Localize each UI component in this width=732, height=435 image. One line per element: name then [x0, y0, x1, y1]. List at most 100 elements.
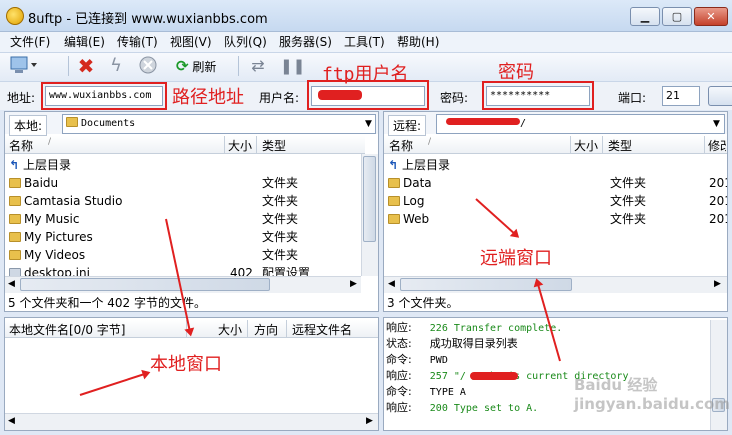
remote-col-modified[interactable]: 修改	[708, 137, 726, 154]
queue-col-local-name[interactable]: 本地文件名[0/0 字节]	[9, 321, 126, 338]
menu-view[interactable]: 视图(V)	[170, 32, 212, 52]
annotation-local-window: 本地窗口	[150, 354, 222, 375]
local-path-select[interactable]: Documents	[62, 114, 376, 134]
user-label: 用户名:	[259, 91, 300, 105]
remote-column-header	[384, 136, 727, 154]
scroll-right-icon[interactable]: ▶	[714, 277, 721, 292]
row-modified: 201	[709, 176, 727, 190]
log-line: 响应: 226 Transfer complete.	[386, 321, 563, 334]
folder-icon	[388, 214, 400, 224]
pause-icon[interactable]: ❚❚	[280, 55, 305, 77]
toolbar-separator	[238, 56, 239, 76]
scroll-left-icon[interactable]: ◀	[388, 277, 395, 292]
table-row[interactable]: My Videos	[9, 246, 85, 264]
row-type: 文件夹	[262, 248, 299, 262]
folder-icon	[9, 196, 21, 206]
queue-col-direction[interactable]: 方向	[254, 321, 278, 338]
log-line: 命令: PWD	[386, 353, 448, 366]
maximize-button[interactable]: ▢	[662, 7, 692, 26]
row-type: 文件夹	[610, 194, 647, 208]
menu-transfer[interactable]: 传输(T)	[117, 32, 158, 52]
local-status: 5 个文件夹和一个 402 字节的文件。	[8, 296, 206, 310]
annotation-box-address	[41, 82, 167, 110]
table-row[interactable]: Web	[388, 210, 429, 228]
local-path-label: 本地:	[9, 115, 48, 136]
annotation-password: 密码	[498, 62, 534, 83]
folder-icon	[9, 232, 21, 242]
scroll-right-icon[interactable]: ▶	[366, 414, 373, 429]
table-row[interactable]: Camtasia Studio	[9, 192, 122, 210]
local-col-type[interactable]: 类型	[262, 137, 286, 154]
sort-icon: /	[428, 137, 432, 147]
disconnect-icon[interactable]: ✖	[74, 55, 98, 77]
local-col-size[interactable]: 大小	[228, 137, 252, 154]
port-input[interactable]: 21	[662, 86, 700, 106]
scroll-thumb[interactable]	[363, 156, 376, 242]
menu-help[interactable]: 帮助(H)	[397, 32, 439, 52]
scroll-right-icon[interactable]: ▶	[350, 277, 357, 292]
remote-col-name[interactable]: 名称	[389, 137, 413, 154]
queue-horizontal-scrollbar[interactable]	[5, 413, 378, 430]
table-row[interactable]: My Music	[9, 210, 79, 228]
menu-queue[interactable]: 队列(Q)	[224, 32, 267, 52]
quick-connect-button[interactable]	[708, 86, 732, 106]
column-divider	[602, 136, 603, 154]
row-type: 文件夹	[610, 176, 647, 190]
minimize-button[interactable]: ▁	[630, 7, 660, 26]
menu-file[interactable]: 文件(F)	[10, 32, 50, 52]
row-type: 配置设置	[262, 266, 311, 276]
local-col-name[interactable]: 名称	[9, 137, 33, 154]
local-up-directory[interactable]: ↰ 上层目录	[9, 156, 71, 174]
table-row[interactable]: Data	[388, 174, 432, 192]
menu-server[interactable]: 服务器(S)	[279, 32, 332, 52]
refresh-button[interactable]: ⟳ 刷新	[176, 55, 232, 77]
menu-tools[interactable]: 工具(T)	[344, 32, 385, 52]
folder-icon	[66, 117, 78, 127]
column-divider	[256, 136, 257, 154]
chevron-down-icon[interactable]: ▼	[362, 115, 375, 133]
folder-icon	[388, 196, 400, 206]
remote-path-select[interactable]: /	[436, 114, 725, 134]
table-row[interactable]: My Pictures	[9, 228, 93, 246]
remote-up-directory[interactable]: ↰ 上层目录	[388, 156, 450, 174]
redaction-mark	[470, 372, 518, 380]
queue-col-size[interactable]: 大小	[218, 321, 242, 338]
folder-icon	[9, 178, 21, 188]
table-row[interactable]: Log	[388, 192, 424, 210]
up-arrow-icon: ↰	[9, 158, 20, 172]
close-button[interactable]: ✕	[694, 7, 728, 26]
remote-col-size[interactable]: 大小	[574, 137, 598, 154]
scroll-thumb[interactable]	[400, 278, 572, 291]
watermark: Baidu 经验 jingyan.baidu.com	[574, 376, 730, 413]
table-row[interactable]: desktop.ini	[9, 264, 90, 276]
sort-icon: /	[48, 137, 52, 147]
queue-col-remote-name[interactable]: 远程文件名	[292, 321, 352, 338]
password-label: 密码:	[440, 91, 469, 105]
log-line: 命令: TYPE A	[386, 385, 466, 398]
remote-status: 3 个文件夹。	[387, 296, 459, 310]
file-icon	[9, 268, 21, 276]
row-type: 文件夹	[262, 212, 299, 226]
address-label: 地址:	[7, 91, 36, 105]
row-size: 402	[230, 266, 253, 276]
redaction-mark	[446, 118, 520, 125]
scroll-left-icon[interactable]: ◀	[8, 414, 15, 429]
scroll-thumb[interactable]	[20, 278, 270, 291]
folder-icon	[9, 250, 21, 260]
reconnect-icon[interactable]: ϟ	[104, 55, 128, 77]
stop-icon[interactable]	[136, 55, 160, 77]
window-title: 8uftp - 已连接到 www.wuxianbbs.com	[28, 12, 268, 27]
port-label: 端口:	[618, 91, 647, 105]
toolbar-separator	[68, 56, 69, 76]
remote-col-type[interactable]: 类型	[608, 137, 632, 154]
chevron-down-icon[interactable]: ▼	[710, 115, 723, 133]
table-row[interactable]: Baidu	[9, 174, 58, 192]
remote-path-label: 远程:	[388, 115, 427, 136]
menu-edit[interactable]: 编辑(E)	[64, 32, 105, 52]
row-modified: 201	[709, 212, 727, 226]
transfer-queue-icon[interactable]: ⇄	[246, 55, 270, 77]
scroll-left-icon[interactable]: ◀	[8, 277, 15, 292]
site-manager-icon[interactable]	[8, 55, 40, 77]
log-line: 响应: 200 Type set to A.	[386, 401, 539, 414]
folder-icon	[9, 214, 21, 224]
